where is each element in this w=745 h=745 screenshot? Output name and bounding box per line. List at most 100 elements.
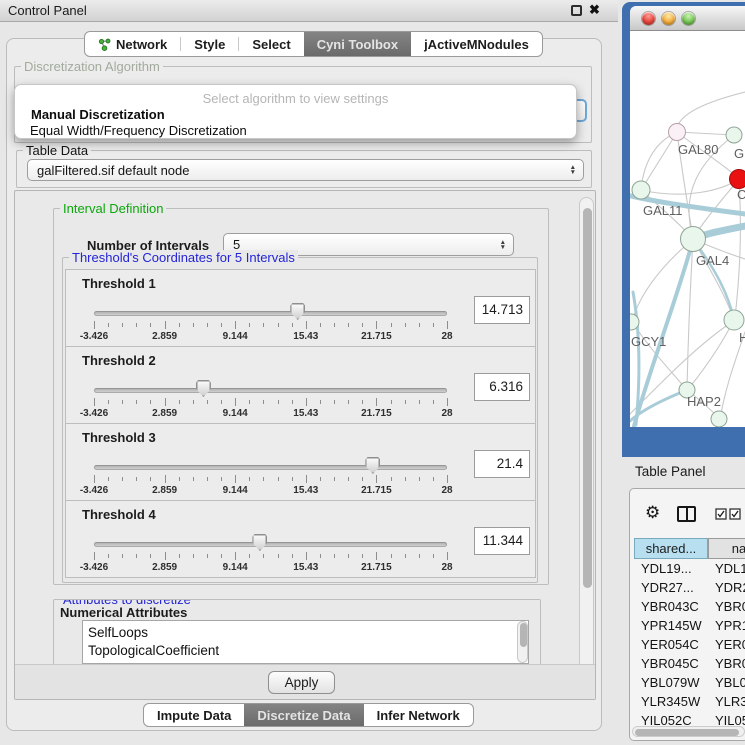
minimize-traffic-light-icon[interactable]: [662, 12, 675, 25]
tick-mark: [278, 477, 279, 481]
table-cell-name: YER054C: [708, 635, 745, 654]
tick-mark: [150, 554, 151, 558]
panel-scrollbar-thumb[interactable]: [583, 208, 592, 588]
table-horizontal-scrollbar[interactable]: [632, 726, 745, 737]
close-traffic-light-icon[interactable]: [642, 12, 655, 25]
threshold-value-field[interactable]: 6.316: [474, 373, 530, 401]
tick-label: 28: [441, 562, 452, 573]
tab-infer-network[interactable]: Infer Network: [364, 704, 473, 726]
threshold-panel: Threshold 4-3.4262.8599.14415.4321.71528…: [65, 500, 536, 578]
tick-mark: [165, 398, 166, 406]
list-item[interactable]: TopologicalCoefficient: [88, 642, 528, 660]
close-icon[interactable]: ✖: [589, 2, 600, 18]
gear-icon[interactable]: ⚙: [645, 505, 660, 522]
table-row[interactable]: YPR145WYPR145W: [634, 616, 745, 635]
network-node-green[interactable]: [711, 411, 727, 427]
tab-jactivemnodules[interactable]: jActiveMNodules: [411, 32, 542, 56]
tick-mark: [292, 554, 293, 558]
tab-label: Select: [252, 37, 290, 52]
table-row[interactable]: YBR045CYBR045C: [634, 654, 745, 673]
tab-impute-data[interactable]: Impute Data: [144, 704, 244, 726]
network-node-green[interactable]: [632, 181, 650, 199]
tab-network[interactable]: Network: [85, 32, 180, 56]
slider-track[interactable]: [94, 542, 447, 547]
zoom-traffic-light-icon[interactable]: [682, 12, 695, 25]
network-node-green[interactable]: [681, 227, 706, 252]
tab-style[interactable]: Style: [181, 32, 238, 56]
table-data-combobox[interactable]: galFiltered.sif default node ▲▼: [27, 159, 584, 181]
column-header-shared-name[interactable]: shared...: [634, 538, 708, 559]
dropdown-option-equal-width-frequency[interactable]: Equal Width/Frequency Discretization: [30, 123, 247, 138]
table-row[interactable]: YLR345WYLR345W: [634, 692, 745, 711]
slider-thumb[interactable]: [365, 457, 380, 474]
table-rows: YDL19...YDL19...YDR27...YDR27...YBR043CY…: [634, 559, 745, 726]
tick-mark: [235, 398, 236, 406]
tick-mark: [433, 554, 434, 558]
list-scrollbar-thumb[interactable]: [520, 623, 527, 647]
split-table-icon[interactable]: [677, 506, 696, 522]
network-node-red[interactable]: [730, 170, 745, 189]
column-header-name[interactable]: na: [708, 538, 745, 559]
table-panel-title: Table Panel: [635, 464, 706, 479]
tick-mark: [405, 400, 406, 404]
numerical-attributes-list[interactable]: SelfLoopsTopologicalCoefficientBetweenne…: [82, 620, 529, 664]
tab-discretize-data[interactable]: Discretize Data: [244, 704, 363, 726]
network-window-titlebar: [630, 6, 745, 31]
tab-cyni-toolbox[interactable]: Cyni Toolbox: [304, 32, 411, 56]
network-canvas[interactable]: GAL80GCGAL11GAL4GCY1HHAP2: [630, 31, 745, 427]
tick-mark: [136, 323, 137, 327]
threshold-value-field[interactable]: 11.344: [474, 527, 530, 555]
checkbox-icon[interactable]: [715, 508, 727, 520]
list-scrollbar[interactable]: [517, 621, 528, 663]
slider-thumb[interactable]: [252, 534, 267, 551]
tab-select[interactable]: Select: [239, 32, 303, 56]
table-panel: ⚙ shared... na YDL19...YDL19...YDR27...Y…: [629, 488, 745, 741]
tick-mark: [348, 323, 349, 327]
slider-thumb[interactable]: [290, 303, 305, 320]
table-horizontal-scrollbar-thumb[interactable]: [635, 729, 739, 736]
table-row[interactable]: YER054CYER054C: [634, 635, 745, 654]
float-window-icon[interactable]: [571, 5, 582, 16]
tick-label: 2.859: [152, 485, 177, 496]
slider-track[interactable]: [94, 311, 447, 316]
node-label: H: [739, 330, 745, 345]
list-item[interactable]: SelfLoops: [88, 624, 528, 642]
tick-mark: [94, 552, 95, 560]
tick-mark: [405, 323, 406, 327]
slider-track[interactable]: [94, 465, 447, 470]
slider-track[interactable]: [94, 388, 447, 393]
checkbox-icon[interactable]: [729, 508, 741, 520]
dropdown-option-manual-discretization[interactable]: Manual Discretization: [31, 107, 165, 122]
tick-mark: [320, 323, 321, 327]
network-node-green[interactable]: [724, 310, 744, 330]
tick-mark: [165, 475, 166, 483]
threshold-label: Threshold 3: [82, 430, 156, 445]
table-row[interactable]: YBR043CYBR043C: [634, 597, 745, 616]
table-row[interactable]: YDR27...YDR27...: [634, 578, 745, 597]
apply-button[interactable]: Apply: [268, 671, 335, 694]
threshold-value-field[interactable]: 14.713: [474, 296, 530, 324]
slider-thumb[interactable]: [196, 380, 211, 397]
table-cell-name: YBL079W: [708, 673, 745, 692]
threshold-value-field[interactable]: 21.4: [474, 450, 530, 478]
tick-mark: [334, 323, 335, 327]
network-node-pink[interactable]: [669, 124, 686, 141]
tick-label: 21.715: [361, 485, 392, 496]
table-row[interactable]: YDL19...YDL19...: [634, 559, 745, 578]
tick-mark: [122, 323, 123, 327]
tick-label: 21.715: [361, 331, 392, 342]
tick-mark: [221, 554, 222, 558]
tick-mark: [207, 323, 208, 327]
threshold-label: Threshold 1: [82, 276, 156, 291]
tick-mark: [306, 398, 307, 406]
table-row[interactable]: YBL079WYBL079W: [634, 673, 745, 692]
panel-scrollbar[interactable]: [579, 197, 594, 695]
node-label: G: [734, 146, 744, 161]
spinner-arrows-icon: ▲▼: [500, 240, 506, 250]
tick-mark: [193, 323, 194, 327]
table-data-value: galFiltered.sif default node: [37, 163, 189, 178]
checkbox-icons: [715, 508, 741, 520]
network-node-green[interactable]: [726, 127, 742, 143]
tick-label: 28: [441, 331, 452, 342]
table-row[interactable]: YIL052CYIL052C: [634, 711, 745, 726]
